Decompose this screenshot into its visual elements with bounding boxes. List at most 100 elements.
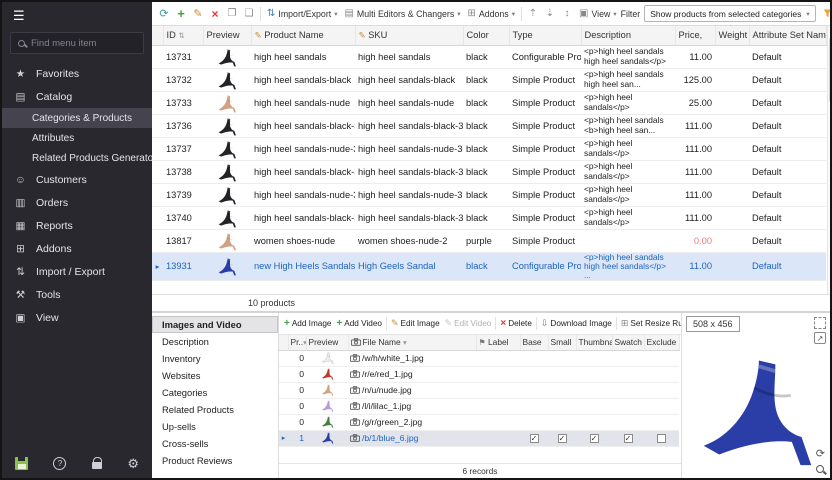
column-header-exclude[interactable]: Exclude [644,335,679,350]
tab-description[interactable]: Description [152,333,278,350]
column-header-weight[interactable]: Weight [715,26,749,45]
sidebar-search[interactable] [10,32,144,54]
view-menu[interactable]: ▣ View ▾ [576,5,620,23]
image-row[interactable]: 0/w/h/white_1.jpg [279,350,679,366]
set-resize-rule-button[interactable]: ⊞Set Resize Rule▾ [619,315,681,333]
sidebar-item-tools[interactable]: ⚒Tools [2,283,152,306]
checkbox[interactable] [657,434,666,443]
column-header-preview[interactable]: Preview [203,26,251,45]
product-row[interactable]: 13736high heel sandals-black-36high heel… [152,114,826,137]
reorder-icon[interactable]: ↕ [559,5,575,23]
image-row[interactable]: 0/r/e/red_1.jpg [279,366,679,382]
column-header-attribute-set[interactable]: Attribute Set Name [749,26,826,45]
column-header-id[interactable]: ID ⇅ [163,26,203,45]
sidebar-item-customers[interactable]: ☺Customers [2,168,152,191]
edit-video-button[interactable]: ✎Edit Video [443,315,494,333]
product-row[interactable]: ▸13931new High Heels SandalsHigh Geels S… [152,252,826,280]
expand-all-icon[interactable]: ⇡ [525,5,541,23]
filters-menu[interactable]: Filters ▾ [820,5,830,23]
lock-icon[interactable] [92,462,102,469]
menu-search-input[interactable] [31,38,136,49]
scrollbar-thumb[interactable] [829,38,830,102]
help-icon[interactable]: ? [53,457,66,470]
tab-categories[interactable]: Categories [152,384,278,401]
product-row[interactable]: 13738high heel sandals-black-37high heel… [152,160,826,183]
sidebar-item-categories-products[interactable]: Categories & Products [2,108,152,128]
collapse-all-icon[interactable]: ⇣ [542,5,558,23]
checkbox[interactable]: ✓ [530,434,539,443]
product-row[interactable]: 13817women shoes-nudewomen shoes-nude-2p… [152,229,826,252]
image-row[interactable]: 0/l/i/lilac_1.jpg [279,398,679,414]
tab-images-and-video[interactable]: Images and Video [152,316,278,333]
delete-image-button[interactable]: ×Delete [498,315,534,333]
tab-cross-sells[interactable]: Cross-sells [152,435,278,452]
tab-websites[interactable]: Websites [152,367,278,384]
image-row[interactable]: 0/g/r/green_2.jpg [279,414,679,430]
tab-product-reviews[interactable]: Product Reviews [152,452,278,469]
rotate-icon[interactable]: ⟳ [816,449,825,460]
edit-image-button[interactable]: ✎Edit Image [389,315,442,333]
open-external-icon[interactable]: ↗ [814,332,826,344]
column-header-base[interactable]: Base [520,335,548,350]
column-header-small[interactable]: Small [548,335,576,350]
sidebar-item-addons[interactable]: ⊞Addons [2,237,152,260]
column-header-type[interactable]: Type [509,26,581,45]
checkbox[interactable]: ✓ [558,434,567,443]
image-preview[interactable] [682,335,830,478]
column-header-color[interactable]: Color [463,26,509,45]
product-row[interactable]: 13732high heel sandals-blackhigh heel sa… [152,68,826,91]
tab-inventory[interactable]: Inventory [152,350,278,367]
product-color-cell: black [463,91,509,114]
tab-related-products[interactable]: Related Products [152,401,278,418]
product-row[interactable]: 13733high heel sandals-nudehigh heel san… [152,91,826,114]
paste-icon[interactable]: ❏ [241,5,257,23]
column-header-price[interactable]: Price, [675,26,715,45]
zoom-icon[interactable] [816,465,824,473]
add-image-button[interactable]: +Add Image [282,315,333,333]
column-header-position[interactable]: Pr..▾ [288,335,306,350]
column-header-description[interactable]: Description [581,26,675,45]
sidebar-item-attributes[interactable]: Attributes [2,128,152,148]
vertical-scrollbar[interactable]: ▲ ▼ [827,26,831,294]
addons-menu[interactable]: ⊞ Addons ▾ [464,5,518,23]
product-row[interactable]: 13739high heel sandals-nude-37high heel … [152,183,826,206]
add-video-button[interactable]: +Add Video [334,315,383,333]
column-header-label[interactable]: ⚑ Label [476,335,520,350]
sidebar-item-related-products-generator[interactable]: Related Products Generator [2,148,152,168]
product-row[interactable]: 13740high heel sandals-black-38high heel… [152,206,826,229]
sidebar-item-view[interactable]: ▣View [2,306,152,329]
add-product-icon[interactable]: + [173,5,189,23]
sidebar-item-favorites[interactable]: ★Favorites [2,62,152,85]
gear-icon[interactable]: ⚙ [127,457,139,470]
category-filter-select[interactable]: Show products from selected categories ▾ [644,5,815,22]
sidebar-item-catalog[interactable]: ▤Catalog [2,85,152,108]
edit-product-icon[interactable]: ✎ [190,5,206,23]
save-store-icon[interactable] [15,457,28,470]
sidebar-item-reports[interactable]: ▦Reports [2,214,152,237]
scroll-up-icon[interactable]: ▲ [829,26,830,36]
product-row[interactable]: 13731high heel sandalshigh heel sandalsb… [152,45,826,68]
download-image-button[interactable]: ⇩Download Image [539,315,614,333]
checkbox[interactable]: ✓ [590,434,599,443]
scroll-down-icon[interactable]: ▼ [829,284,830,294]
column-header-swatch[interactable]: Swatch [612,335,644,350]
delete-product-icon[interactable]: × [207,5,223,23]
refresh-icon[interactable]: ⟳ [156,5,172,23]
copy-icon[interactable]: ❐ [224,5,240,23]
column-header-thumbnail[interactable]: Thumbna [576,335,612,350]
column-header-product-name[interactable]: ✎ Product Name [251,26,355,45]
image-row[interactable]: 0/n/u/nude.jpg [279,382,679,398]
hamburger-menu-icon[interactable]: ☰ [13,8,25,24]
import-export-menu[interactable]: ⇅ Import/Export ▾ [264,5,340,23]
column-header-file-name[interactable]: File Name ▾ [348,335,476,350]
product-row[interactable]: 13737high heel sandals-nude-36high heel … [152,137,826,160]
sidebar-item-import-export[interactable]: ⇅Import / Export [2,260,152,283]
image-row[interactable]: ▸1/b/1/blue_6.jpg✓✓✓✓ [279,430,679,446]
sidebar-item-orders[interactable]: ▥Orders [2,191,152,214]
fullscreen-icon[interactable] [814,317,826,329]
checkbox[interactable]: ✓ [624,434,633,443]
column-header-sku[interactable]: ✎ SKU [355,26,463,45]
column-header-image-preview[interactable]: Preview [306,335,348,350]
multi-editors-menu[interactable]: ▤ Multi Editors & Changers ▾ [341,5,463,23]
tab-up-sells[interactable]: Up-sells [152,418,278,435]
